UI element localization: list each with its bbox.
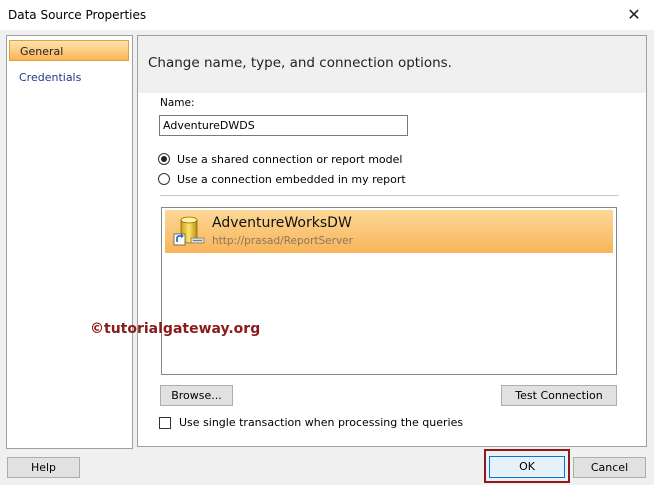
single-transaction-checkbox[interactable]: Use single transaction when processing t… — [159, 416, 463, 429]
test-connection-button[interactable]: Test Connection — [501, 385, 617, 406]
help-button[interactable]: Help — [7, 457, 80, 478]
watermark: ©tutorialgateway.org — [90, 321, 261, 337]
radio-button-checked[interactable] — [158, 153, 170, 165]
panel-header-text: Change name, type, and connection option… — [148, 55, 452, 71]
window-title: Data Source Properties — [8, 8, 147, 22]
name-input[interactable] — [159, 115, 408, 136]
navigation-panel: General Credentials — [6, 35, 133, 449]
single-transaction-label: Use single transaction when processing t… — [179, 416, 464, 429]
list-item[interactable]: AdventureWorksDW http://prasad/ReportSer… — [165, 210, 613, 253]
close-icon[interactable]: ✕ — [620, 2, 648, 28]
checkbox-box[interactable] — [159, 416, 171, 429]
datasource-name: AdventureWorksDW — [212, 215, 352, 231]
radio-shared-connection-label: Use a shared connection or report model — [177, 152, 403, 166]
datasource-url: http://prasad/ReportServer — [212, 235, 353, 247]
nav-item-general[interactable]: General — [9, 40, 129, 61]
name-label: Name: — [160, 97, 195, 109]
ok-button[interactable]: OK — [489, 456, 565, 478]
properties-panel: Change name, type, and connection option… — [90, 35, 647, 447]
panel-header: Change name, type, and connection option… — [138, 36, 646, 93]
title-bar: Data Source Properties ✕ — [0, 0, 654, 30]
radio-shared-connection[interactable]: Use a shared connection or report model — [158, 151, 402, 167]
shared-datasource-list[interactable]: AdventureWorksDW http://prasad/ReportSer… — [161, 207, 617, 375]
browse-button[interactable]: Browse... — [160, 385, 233, 406]
shared-datasource-icon — [173, 216, 205, 246]
separator — [160, 195, 619, 196]
radio-embedded-connection-label: Use a connection embedded in my report — [177, 172, 406, 186]
radio-embedded-connection[interactable]: Use a connection embedded in my report — [158, 171, 406, 187]
radio-button-unchecked[interactable] — [158, 173, 170, 185]
nav-item-credentials[interactable]: Credentials — [9, 67, 129, 88]
cancel-button[interactable]: Cancel — [573, 457, 646, 478]
